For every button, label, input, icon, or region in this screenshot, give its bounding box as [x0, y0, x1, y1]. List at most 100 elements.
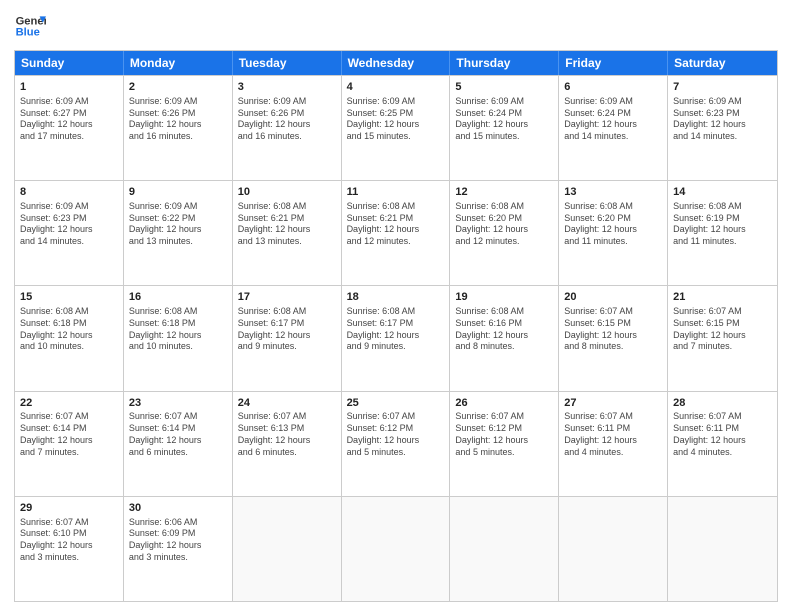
day-info: Sunrise: 6:08 AM Sunset: 6:16 PM Dayligh…: [455, 306, 553, 353]
day-info: Sunrise: 6:06 AM Sunset: 6:09 PM Dayligh…: [129, 517, 227, 564]
day-info: Sunrise: 6:09 AM Sunset: 6:27 PM Dayligh…: [20, 96, 118, 143]
calendar-cell-day-14: 14Sunrise: 6:08 AM Sunset: 6:19 PM Dayli…: [668, 181, 777, 285]
day-info: Sunrise: 6:07 AM Sunset: 6:12 PM Dayligh…: [347, 411, 445, 458]
day-info: Sunrise: 6:09 AM Sunset: 6:23 PM Dayligh…: [673, 96, 772, 143]
weekday-header-thursday: Thursday: [450, 51, 559, 75]
weekday-header-sunday: Sunday: [15, 51, 124, 75]
day-number: 20: [564, 290, 662, 305]
day-number: 15: [20, 290, 118, 305]
calendar-cell-day-4: 4Sunrise: 6:09 AM Sunset: 6:25 PM Daylig…: [342, 76, 451, 180]
day-number: 10: [238, 185, 336, 200]
day-number: 16: [129, 290, 227, 305]
day-info: Sunrise: 6:09 AM Sunset: 6:23 PM Dayligh…: [20, 201, 118, 248]
day-number: 30: [129, 501, 227, 516]
calendar-cell-day-25: 25Sunrise: 6:07 AM Sunset: 6:12 PM Dayli…: [342, 392, 451, 496]
day-number: 11: [347, 185, 445, 200]
calendar-cell-empty: [668, 497, 777, 601]
day-info: Sunrise: 6:08 AM Sunset: 6:17 PM Dayligh…: [238, 306, 336, 353]
weekday-header-tuesday: Tuesday: [233, 51, 342, 75]
day-info: Sunrise: 6:08 AM Sunset: 6:18 PM Dayligh…: [20, 306, 118, 353]
day-info: Sunrise: 6:07 AM Sunset: 6:11 PM Dayligh…: [673, 411, 772, 458]
calendar-header: SundayMondayTuesdayWednesdayThursdayFrid…: [15, 51, 777, 75]
calendar-cell-day-9: 9Sunrise: 6:09 AM Sunset: 6:22 PM Daylig…: [124, 181, 233, 285]
day-number: 17: [238, 290, 336, 305]
calendar-cell-day-3: 3Sunrise: 6:09 AM Sunset: 6:26 PM Daylig…: [233, 76, 342, 180]
calendar-cell-day-5: 5Sunrise: 6:09 AM Sunset: 6:24 PM Daylig…: [450, 76, 559, 180]
day-number: 8: [20, 185, 118, 200]
calendar-cell-day-13: 13Sunrise: 6:08 AM Sunset: 6:20 PM Dayli…: [559, 181, 668, 285]
calendar-cell-day-23: 23Sunrise: 6:07 AM Sunset: 6:14 PM Dayli…: [124, 392, 233, 496]
weekday-header-friday: Friday: [559, 51, 668, 75]
day-number: 9: [129, 185, 227, 200]
day-number: 6: [564, 80, 662, 95]
day-info: Sunrise: 6:07 AM Sunset: 6:14 PM Dayligh…: [20, 411, 118, 458]
day-number: 1: [20, 80, 118, 95]
calendar-body: 1Sunrise: 6:09 AM Sunset: 6:27 PM Daylig…: [15, 75, 777, 601]
calendar-cell-day-6: 6Sunrise: 6:09 AM Sunset: 6:24 PM Daylig…: [559, 76, 668, 180]
logo: General Blue: [14, 10, 48, 42]
calendar-cell-day-11: 11Sunrise: 6:08 AM Sunset: 6:21 PM Dayli…: [342, 181, 451, 285]
day-number: 21: [673, 290, 772, 305]
day-number: 3: [238, 80, 336, 95]
logo-icon: General Blue: [14, 10, 46, 42]
header: General Blue: [14, 10, 778, 42]
calendar-row-4: 22Sunrise: 6:07 AM Sunset: 6:14 PM Dayli…: [15, 391, 777, 496]
calendar-cell-day-26: 26Sunrise: 6:07 AM Sunset: 6:12 PM Dayli…: [450, 392, 559, 496]
calendar-row-2: 8Sunrise: 6:09 AM Sunset: 6:23 PM Daylig…: [15, 180, 777, 285]
calendar-cell-day-16: 16Sunrise: 6:08 AM Sunset: 6:18 PM Dayli…: [124, 286, 233, 390]
calendar-cell-day-8: 8Sunrise: 6:09 AM Sunset: 6:23 PM Daylig…: [15, 181, 124, 285]
day-number: 14: [673, 185, 772, 200]
calendar-cell-day-17: 17Sunrise: 6:08 AM Sunset: 6:17 PM Dayli…: [233, 286, 342, 390]
day-number: 27: [564, 396, 662, 411]
calendar: SundayMondayTuesdayWednesdayThursdayFrid…: [14, 50, 778, 602]
calendar-cell-day-24: 24Sunrise: 6:07 AM Sunset: 6:13 PM Dayli…: [233, 392, 342, 496]
svg-text:Blue: Blue: [16, 27, 40, 39]
calendar-cell-day-18: 18Sunrise: 6:08 AM Sunset: 6:17 PM Dayli…: [342, 286, 451, 390]
calendar-cell-empty: [559, 497, 668, 601]
calendar-cell-day-28: 28Sunrise: 6:07 AM Sunset: 6:11 PM Dayli…: [668, 392, 777, 496]
day-info: Sunrise: 6:08 AM Sunset: 6:21 PM Dayligh…: [347, 201, 445, 248]
day-number: 26: [455, 396, 553, 411]
day-number: 28: [673, 396, 772, 411]
calendar-cell-day-29: 29Sunrise: 6:07 AM Sunset: 6:10 PM Dayli…: [15, 497, 124, 601]
day-number: 12: [455, 185, 553, 200]
calendar-cell-day-30: 30Sunrise: 6:06 AM Sunset: 6:09 PM Dayli…: [124, 497, 233, 601]
day-info: Sunrise: 6:09 AM Sunset: 6:26 PM Dayligh…: [129, 96, 227, 143]
day-number: 4: [347, 80, 445, 95]
day-number: 23: [129, 396, 227, 411]
calendar-row-3: 15Sunrise: 6:08 AM Sunset: 6:18 PM Dayli…: [15, 285, 777, 390]
day-info: Sunrise: 6:09 AM Sunset: 6:24 PM Dayligh…: [564, 96, 662, 143]
day-info: Sunrise: 6:09 AM Sunset: 6:24 PM Dayligh…: [455, 96, 553, 143]
day-number: 2: [129, 80, 227, 95]
calendar-row-5: 29Sunrise: 6:07 AM Sunset: 6:10 PM Dayli…: [15, 496, 777, 601]
calendar-cell-day-19: 19Sunrise: 6:08 AM Sunset: 6:16 PM Dayli…: [450, 286, 559, 390]
day-number: 13: [564, 185, 662, 200]
day-info: Sunrise: 6:08 AM Sunset: 6:21 PM Dayligh…: [238, 201, 336, 248]
calendar-cell-day-21: 21Sunrise: 6:07 AM Sunset: 6:15 PM Dayli…: [668, 286, 777, 390]
weekday-header-monday: Monday: [124, 51, 233, 75]
day-info: Sunrise: 6:07 AM Sunset: 6:13 PM Dayligh…: [238, 411, 336, 458]
day-number: 22: [20, 396, 118, 411]
day-info: Sunrise: 6:07 AM Sunset: 6:11 PM Dayligh…: [564, 411, 662, 458]
day-info: Sunrise: 6:08 AM Sunset: 6:17 PM Dayligh…: [347, 306, 445, 353]
day-number: 5: [455, 80, 553, 95]
day-info: Sunrise: 6:09 AM Sunset: 6:22 PM Dayligh…: [129, 201, 227, 248]
day-info: Sunrise: 6:08 AM Sunset: 6:20 PM Dayligh…: [455, 201, 553, 248]
day-info: Sunrise: 6:08 AM Sunset: 6:19 PM Dayligh…: [673, 201, 772, 248]
calendar-cell-day-15: 15Sunrise: 6:08 AM Sunset: 6:18 PM Dayli…: [15, 286, 124, 390]
day-info: Sunrise: 6:08 AM Sunset: 6:18 PM Dayligh…: [129, 306, 227, 353]
weekday-header-wednesday: Wednesday: [342, 51, 451, 75]
day-info: Sunrise: 6:07 AM Sunset: 6:15 PM Dayligh…: [673, 306, 772, 353]
calendar-cell-day-2: 2Sunrise: 6:09 AM Sunset: 6:26 PM Daylig…: [124, 76, 233, 180]
calendar-cell-day-12: 12Sunrise: 6:08 AM Sunset: 6:20 PM Dayli…: [450, 181, 559, 285]
day-number: 19: [455, 290, 553, 305]
calendar-cell-day-22: 22Sunrise: 6:07 AM Sunset: 6:14 PM Dayli…: [15, 392, 124, 496]
calendar-cell-empty: [342, 497, 451, 601]
day-info: Sunrise: 6:09 AM Sunset: 6:26 PM Dayligh…: [238, 96, 336, 143]
day-number: 25: [347, 396, 445, 411]
calendar-cell-empty: [233, 497, 342, 601]
day-info: Sunrise: 6:07 AM Sunset: 6:14 PM Dayligh…: [129, 411, 227, 458]
day-number: 7: [673, 80, 772, 95]
day-number: 24: [238, 396, 336, 411]
weekday-header-saturday: Saturday: [668, 51, 777, 75]
